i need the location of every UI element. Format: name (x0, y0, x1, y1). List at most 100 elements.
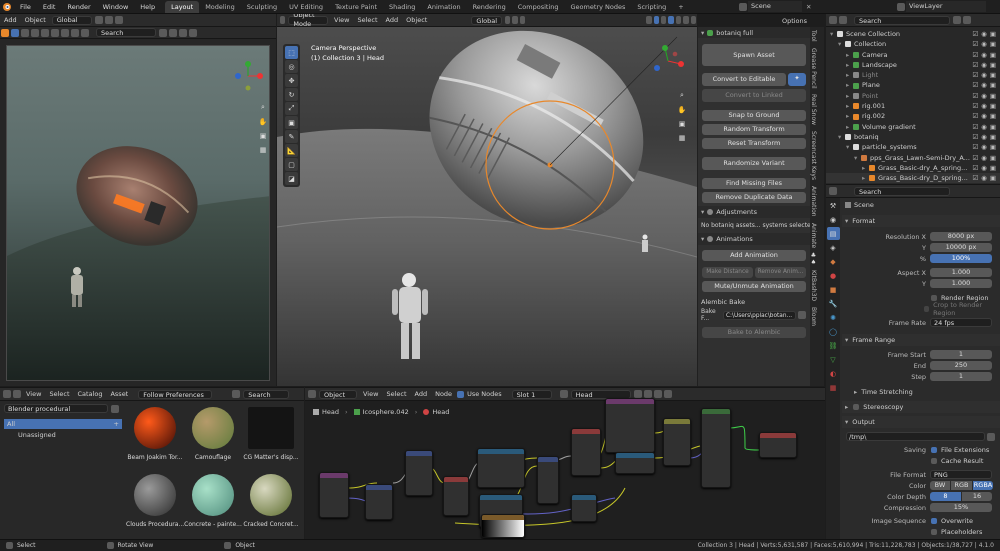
convert-option-icon[interactable]: ✦ (788, 73, 806, 86)
display-mode-icon[interactable] (71, 28, 79, 37)
tab-layout[interactable]: Layout (165, 1, 200, 13)
folder-icon[interactable] (987, 432, 995, 441)
aspect-x-field[interactable]: 1.000 (930, 268, 992, 277)
add-cube-tool-icon[interactable]: ▢ (285, 158, 298, 171)
exclude-checkbox[interactable]: ☑ (972, 163, 978, 173)
end-field[interactable]: 250 (930, 361, 992, 370)
scene-selector[interactable]: Scene ✕ (738, 1, 815, 12)
orientation-dropdown[interactable]: Global (51, 15, 92, 25)
gizmo-icon[interactable] (653, 16, 660, 24)
navigation-gizmo[interactable] (651, 44, 685, 78)
asset-item[interactable]: Concrete - painte... (184, 471, 242, 535)
exclude-checkbox[interactable]: ☑ (972, 60, 978, 70)
mode-dropdown[interactable]: Object Mode (288, 14, 329, 28)
catalog-all[interactable]: All + (4, 419, 122, 429)
zoom-icon[interactable]: ⌕ (676, 89, 689, 102)
editor-type-icon[interactable] (3, 390, 11, 398)
shading-material-icon[interactable] (683, 16, 689, 24)
shader-node[interactable] (319, 472, 349, 518)
tab-modeling[interactable]: Modeling (199, 1, 241, 13)
visibility-eye-icon[interactable]: ◉ (981, 70, 987, 80)
tab-geometry-nodes[interactable]: Geometry Nodes (565, 1, 632, 13)
render-camera-icon[interactable]: ▣ (990, 163, 996, 173)
spawn-asset-button[interactable]: Spawn Asset (702, 44, 806, 66)
outliner-row[interactable]: ▸ rig.001 ☑ ◉ ▣ (826, 101, 1000, 111)
asset-item[interactable]: Clouds Procedura... (126, 471, 184, 535)
visibility-eye-icon[interactable]: ◉ (981, 173, 987, 183)
filter-icon[interactable] (179, 28, 187, 37)
tab-screencast-keys[interactable]: Screencast Keys (810, 128, 817, 183)
output-path-input[interactable]: /tmp\ (846, 432, 985, 441)
output-panel-header[interactable]: ▾ Output (842, 416, 1000, 428)
snap-icon[interactable] (104, 16, 113, 24)
shader-node[interactable] (663, 418, 691, 466)
tab-animation[interactable]: Animation (421, 1, 466, 13)
menu-file[interactable]: File (14, 0, 37, 14)
render-tab-icon[interactable]: ◉ (827, 213, 840, 226)
tab-scripting[interactable]: Scripting (631, 1, 672, 13)
filter-icon[interactable] (953, 16, 961, 24)
render-icon[interactable] (1, 28, 9, 37)
display-mode-icon[interactable] (81, 28, 89, 37)
bake-path-input[interactable]: C:\Users\pplac\botan... (723, 310, 796, 320)
add-workspace-button[interactable]: + (672, 1, 689, 13)
render-camera-icon[interactable]: ▣ (990, 122, 996, 132)
menu-window[interactable]: Window (97, 0, 135, 14)
menu-edit[interactable]: Edit (37, 0, 62, 14)
exclude-checkbox[interactable]: ☑ (972, 122, 978, 132)
outliner-row[interactable]: ▸ Landscape ☑ ◉ ▣ (826, 60, 1000, 70)
xray-icon[interactable] (668, 16, 674, 24)
modifier-tab-icon[interactable]: 🔧 (827, 297, 840, 310)
format-panel-header[interactable]: ▾ Format (842, 215, 1000, 227)
reset-transform-button[interactable]: Reset Transform (702, 138, 806, 149)
viewport-orientation[interactable]: Global (471, 15, 503, 25)
view-layer-tab-icon[interactable]: ◈ (827, 241, 840, 254)
viewport-menu-add[interactable]: Add (382, 14, 403, 27)
particles-tab-icon[interactable]: ✺ (827, 311, 840, 324)
measure-tool-icon[interactable]: 📐 (285, 144, 298, 157)
scale-tool-icon[interactable]: ⤢ (285, 102, 298, 115)
asset-item[interactable]: Beam Joakim Tor... (126, 404, 184, 468)
sidebar-toggle-icon[interactable] (13, 390, 21, 398)
render-camera-icon[interactable]: ▣ (990, 29, 996, 39)
visibility-eye-icon[interactable]: ◉ (981, 142, 987, 152)
render-camera-icon[interactable]: ▣ (990, 60, 996, 70)
stereoscopy-checkbox[interactable] (853, 404, 860, 410)
depth-16-button[interactable]: 16 (962, 492, 992, 501)
convert-editable-button[interactable]: Convert to Editable (702, 73, 786, 86)
display-mode-icon[interactable] (839, 16, 847, 24)
new-collection-icon[interactable] (963, 16, 971, 24)
cursor-tool-icon[interactable]: ◎ (285, 60, 298, 73)
cache-checkbox[interactable] (931, 457, 937, 464)
outliner-row[interactable]: ▾ pps_Grass_Lawn-Semi-Dry_A... ☑ ◉ ▣ (826, 153, 1000, 163)
make-distance-button[interactable]: Make Distance (702, 267, 753, 278)
exclude-checkbox[interactable]: ☑ (972, 101, 978, 111)
shader-node[interactable] (605, 398, 655, 453)
scene-name[interactable]: Scene (748, 1, 802, 12)
visibility-eye-icon[interactable]: ◉ (981, 91, 987, 101)
display-mode-icon[interactable] (11, 28, 19, 37)
tool-tab-icon[interactable]: ⚒ (827, 199, 840, 212)
add-catalog-icon[interactable]: + (114, 420, 119, 428)
visibility-eye-icon[interactable]: ◉ (981, 163, 987, 173)
tab-sculpting[interactable]: Sculpting (241, 1, 283, 13)
expand-icon[interactable]: ▸ (846, 60, 853, 70)
display-mode-icon[interactable] (21, 28, 29, 37)
outliner-row[interactable]: ▸ rig.002 ☑ ◉ ▣ (826, 111, 1000, 121)
shader-node[interactable] (537, 456, 559, 504)
shader-node[interactable] (365, 484, 393, 520)
editor-type-icon[interactable] (829, 187, 837, 195)
output-tab-icon[interactable]: ▤ (826, 227, 840, 240)
asset-item[interactable]: CG Matter's disp... (242, 404, 300, 468)
asset-item[interactable]: Camouflage (184, 404, 242, 468)
collapse-icon[interactable]: ▾ (701, 29, 704, 37)
tab-kitbash3d[interactable]: KitBash3D (810, 267, 817, 304)
visibility-eye-icon[interactable]: ◉ (981, 101, 987, 111)
display-mode-icon[interactable] (51, 28, 59, 37)
shading-solid-icon[interactable] (675, 16, 682, 24)
overlay-icon[interactable] (661, 16, 667, 24)
tab-shading[interactable]: Shading (383, 1, 421, 13)
refresh-icon[interactable] (111, 404, 119, 413)
exclude-checkbox[interactable]: ☑ (972, 70, 978, 80)
tab-texture-paint[interactable]: Texture Paint (329, 1, 383, 13)
